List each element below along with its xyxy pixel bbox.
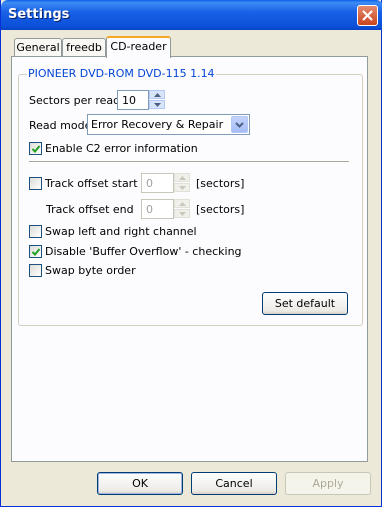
- track-offset-end-label: Track offset end: [46, 203, 134, 216]
- spin-up-button[interactable]: [149, 90, 165, 99]
- spin-down-button[interactable]: [174, 209, 190, 218]
- swap-byte-order-label[interactable]: Swap byte order: [45, 264, 136, 277]
- chevron-down-icon: [179, 212, 186, 216]
- chevron-up-icon: [154, 93, 161, 97]
- disable-buffer-overflow-checkbox[interactable]: [29, 245, 42, 258]
- close-icon: [362, 10, 373, 21]
- window-title: Settings: [8, 7, 70, 22]
- enable-c2-label[interactable]: Enable C2 error information: [45, 142, 198, 155]
- spin-up-button[interactable]: [174, 173, 190, 182]
- divider: [29, 161, 349, 163]
- tab-general[interactable]: General: [14, 38, 62, 58]
- sectors-per-read-value: 10: [122, 94, 136, 107]
- title-bar[interactable]: Settings: [1, 0, 382, 30]
- track-offset-start-spinner[interactable]: [174, 173, 190, 193]
- sectors-per-read-label: Sectors per read: [29, 94, 121, 107]
- track-offset-checkbox[interactable]: [29, 177, 42, 190]
- spin-up-button[interactable]: [174, 199, 190, 208]
- close-button[interactable]: [357, 5, 378, 26]
- sectors-per-read-input[interactable]: 10: [117, 90, 149, 110]
- checkmark-icon: [31, 248, 41, 256]
- chevron-down-icon: [154, 103, 161, 107]
- set-default-button[interactable]: Set default: [262, 292, 348, 315]
- swap-byte-order-checkbox[interactable]: [29, 264, 42, 277]
- tab-cd-reader[interactable]: CD-reader: [106, 36, 171, 58]
- track-offset-start-label[interactable]: Track offset start: [45, 177, 138, 190]
- read-mode-label: Read mode: [29, 119, 92, 132]
- disable-buffer-overflow-label[interactable]: Disable 'Buffer Overflow' - checking: [45, 245, 242, 258]
- swap-channels-checkbox[interactable]: [29, 225, 42, 238]
- spin-down-button[interactable]: [174, 183, 190, 192]
- checkmark-icon: [31, 145, 41, 153]
- track-offset-end-input[interactable]: 0: [141, 199, 174, 219]
- chevron-up-icon: [179, 176, 186, 180]
- chevron-down-icon: [235, 122, 244, 128]
- ok-button[interactable]: OK: [97, 472, 183, 495]
- track-offset-end-spinner[interactable]: [174, 199, 190, 219]
- track-offset-end-value: 0: [146, 203, 153, 216]
- track-offset-start-input[interactable]: 0: [141, 173, 174, 193]
- cancel-button[interactable]: Cancel: [191, 472, 277, 495]
- spin-down-button[interactable]: [149, 100, 165, 109]
- read-mode-select[interactable]: Error Recovery & Repair: [87, 114, 250, 135]
- sectors-per-read-spinner[interactable]: [149, 90, 165, 110]
- cd-reader-pane: PIONEER DVD-ROM DVD-115 1.14 Sectors per…: [11, 56, 368, 462]
- track-offset-end-unit: [sectors]: [196, 203, 245, 216]
- device-name: PIONEER DVD-ROM DVD-115 1.14: [27, 67, 216, 80]
- settings-window: Settings General freedb CD-reader PIONEE…: [0, 0, 382, 507]
- tab-freedb[interactable]: freedb: [62, 38, 106, 58]
- apply-button[interactable]: Apply: [285, 472, 371, 495]
- enable-c2-checkbox[interactable]: [29, 142, 42, 155]
- tab-freedb-label: freedb: [66, 41, 102, 54]
- read-mode-value: Error Recovery & Repair: [91, 118, 224, 131]
- track-offset-start-value: 0: [146, 177, 153, 190]
- tab-general-label: General: [16, 41, 60, 54]
- track-offset-start-unit: [sectors]: [196, 177, 245, 190]
- device-groupbox: [18, 74, 363, 326]
- swap-channels-label[interactable]: Swap left and right channel: [45, 225, 197, 238]
- tab-cd-reader-label: CD-reader: [110, 40, 167, 53]
- chevron-up-icon: [179, 202, 186, 206]
- read-mode-dropdown-button[interactable]: [231, 116, 248, 133]
- chevron-down-icon: [179, 186, 186, 190]
